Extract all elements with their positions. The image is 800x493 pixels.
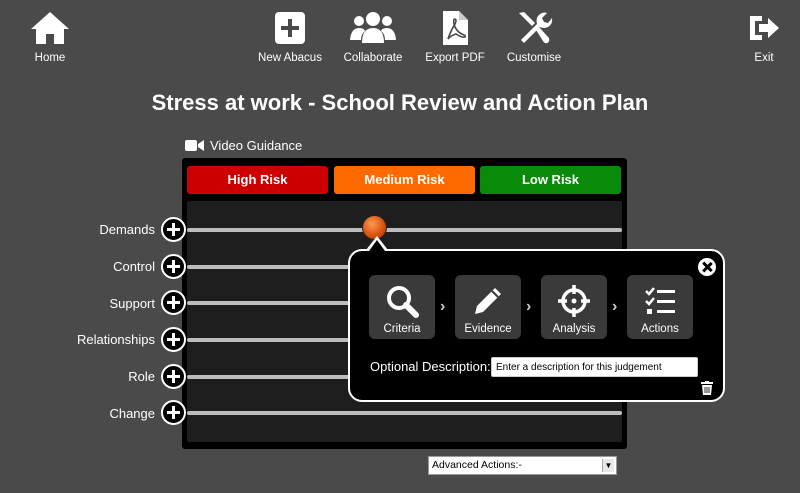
home-icon <box>31 12 69 44</box>
description-input[interactable] <box>491 357 698 377</box>
demands-track[interactable] <box>187 228 622 232</box>
optional-description-label: Optional Description: <box>370 359 491 374</box>
plus-square-icon <box>275 12 305 44</box>
analysis-button[interactable]: Analysis <box>541 275 607 339</box>
change-track[interactable] <box>187 411 622 415</box>
factor-label-change: Change <box>109 406 155 421</box>
chevron-right-icon: › <box>526 298 532 315</box>
add-support-button[interactable] <box>161 290 186 315</box>
factor-label-role: Role <box>128 369 155 384</box>
nav-customise-button[interactable]: Customise <box>502 10 566 64</box>
nav-new-abacus-button[interactable]: New Abacus <box>254 10 326 64</box>
chevron-right-icon: › <box>440 298 446 315</box>
video-guidance-label: Video Guidance <box>210 138 303 153</box>
video-camera-icon <box>185 140 204 151</box>
nav-exit-button[interactable]: Exit <box>744 10 784 64</box>
crosshairs-icon <box>558 285 590 317</box>
factor-label-support: Support <box>109 296 155 311</box>
nav-exit-label: Exit <box>754 52 774 64</box>
high-risk-button[interactable]: High Risk <box>187 166 328 194</box>
task-list-icon <box>645 287 675 314</box>
add-control-button[interactable] <box>161 254 186 279</box>
chevron-down-icon: ▼ <box>602 459 614 472</box>
nav-home-label: Home <box>34 52 66 64</box>
nav-export-pdf-label: Export PDF <box>425 52 485 64</box>
actions-label: Actions <box>641 323 679 335</box>
evidence-label: Evidence <box>464 323 512 335</box>
tools-icon <box>519 12 553 44</box>
nav-home-button[interactable]: Home <box>26 10 74 64</box>
add-relationships-button[interactable] <box>161 327 186 352</box>
criteria-button[interactable]: Criteria <box>369 275 435 339</box>
popup-arrow-inner <box>369 240 385 251</box>
nav-export-pdf-button[interactable]: Export PDF <box>421 10 489 64</box>
evidence-button[interactable]: Evidence <box>455 275 521 339</box>
close-icon[interactable] <box>698 258 716 276</box>
video-guidance-link[interactable]: Video Guidance <box>185 138 302 153</box>
low-risk-button[interactable]: Low Risk <box>480 166 621 194</box>
chevron-right-icon: › <box>612 298 618 315</box>
page-title: Stress at work - School Review and Actio… <box>151 90 649 115</box>
search-icon <box>387 286 419 318</box>
pdf-file-icon <box>443 11 468 45</box>
add-demands-button[interactable] <box>161 217 186 242</box>
actions-button[interactable]: Actions <box>627 275 693 339</box>
medium-risk-button[interactable]: Medium Risk <box>334 166 475 194</box>
nav-new-abacus-label: New Abacus <box>258 52 322 64</box>
advanced-actions-select[interactable]: Advanced Actions:- ▼ <box>428 456 617 475</box>
users-icon <box>350 12 396 43</box>
analysis-label: Analysis <box>552 323 596 335</box>
criteria-label: Criteria <box>383 323 421 335</box>
add-change-button[interactable] <box>161 400 186 425</box>
nav-collaborate-label: Collaborate <box>343 52 403 64</box>
trash-icon[interactable] <box>701 381 713 395</box>
factor-label-demands: Demands <box>99 222 155 237</box>
pencil-icon <box>475 288 501 314</box>
nav-collaborate-button[interactable]: Collaborate <box>338 10 408 64</box>
advanced-actions-value: Advanced Actions:- <box>432 459 522 471</box>
add-role-button[interactable] <box>161 364 186 389</box>
nav-customise-label: Customise <box>506 52 562 64</box>
exit-icon <box>750 16 779 40</box>
factor-label-control: Control <box>113 259 155 274</box>
factor-label-relationships: Relationships <box>76 332 155 347</box>
